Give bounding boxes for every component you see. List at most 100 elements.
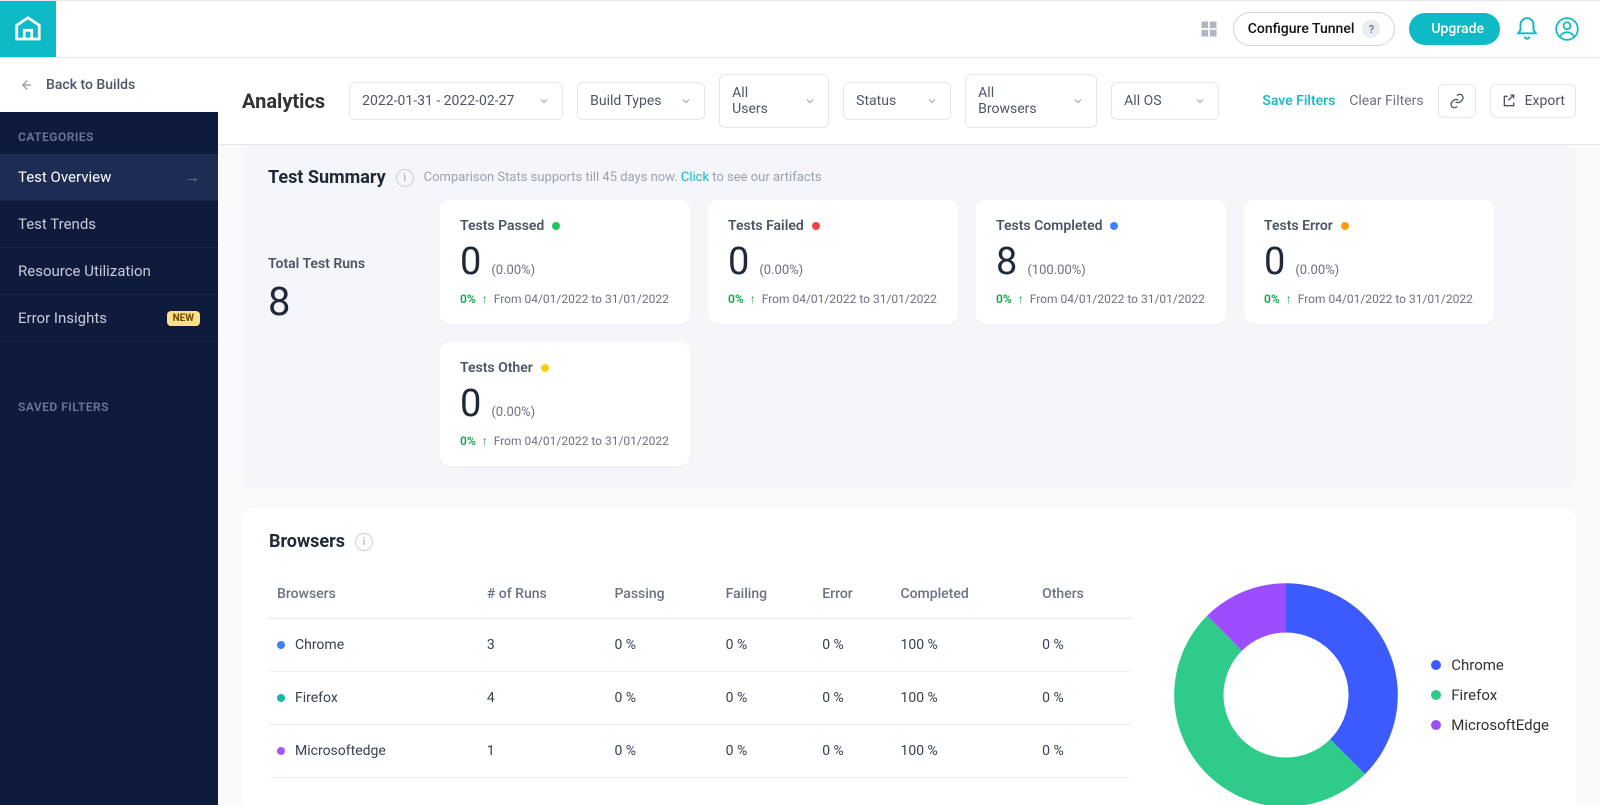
hint-text: Comparison Stats supports till 45 days n… <box>424 170 822 185</box>
logo[interactable] <box>0 1 56 57</box>
table-header-cell: Failing <box>718 570 815 619</box>
table-header-cell: # of Runs <box>479 570 607 619</box>
passing-cell: 0 % <box>606 619 717 672</box>
legend-item[interactable]: MicrosoftEdge <box>1431 716 1549 734</box>
card-percentage: (100.00%) <box>1027 263 1085 278</box>
sidebar-item-test-overview[interactable]: Test Overview → <box>0 154 218 201</box>
user-avatar-icon[interactable] <box>1554 16 1580 42</box>
failing-cell: 0 % <box>718 672 815 725</box>
chevron-right-icon: → <box>185 168 200 186</box>
save-filters-button[interactable]: Save Filters <box>1262 93 1335 109</box>
chevron-down-icon <box>804 95 816 107</box>
status-select[interactable]: Status <box>843 82 951 120</box>
notifications-icon[interactable] <box>1514 16 1540 42</box>
browsers-table: Browsers# of RunsPassingFailingErrorComp… <box>269 570 1131 778</box>
failing-cell: 0 % <box>718 619 815 672</box>
card-label: Tests Passed <box>460 218 544 234</box>
others-cell: 0 % <box>1034 725 1131 778</box>
card-value: 0 <box>460 240 481 284</box>
clear-filters-button[interactable]: Clear Filters <box>1349 93 1423 109</box>
info-icon[interactable]: i <box>355 533 373 551</box>
export-button[interactable]: Export <box>1490 84 1576 118</box>
total-runs-value: 8 <box>268 278 418 325</box>
topbar: Configure Tunnel ? Upgrade <box>0 0 1600 58</box>
browser-name: Firefox <box>295 690 338 706</box>
copy-link-button[interactable] <box>1438 84 1476 118</box>
date-range-select[interactable]: 2022-01-31 - 2022-02-27 <box>349 82 563 120</box>
upgrade-label: Upgrade <box>1431 21 1484 37</box>
hint-prefix: Comparison Stats supports till 45 days n… <box>424 170 681 185</box>
export-label: Export <box>1525 93 1565 109</box>
legend-item[interactable]: Firefox <box>1431 686 1549 704</box>
legend-dot-icon <box>1431 720 1441 730</box>
browser-dot-icon <box>277 641 285 649</box>
back-arrow-icon <box>16 76 34 94</box>
page-title: Analytics <box>242 89 325 113</box>
saved-filters-heading: SAVED FILTERS <box>0 382 218 424</box>
chevron-down-icon <box>1194 95 1206 107</box>
legend-dot-icon <box>1431 660 1441 670</box>
chart-legend: Chrome Firefox MicrosoftEdge <box>1431 656 1549 734</box>
hint-suffix: to see our artifacts <box>709 170 822 185</box>
failing-cell: 0 % <box>718 725 815 778</box>
up-arrow-icon: ↑ <box>482 434 488 448</box>
error-cell: 0 % <box>814 672 892 725</box>
sidebar-item-label: Test Trends <box>18 215 96 233</box>
table-row: Microsoftedge10 %0 %0 %100 %0 % <box>269 725 1131 778</box>
apps-grid-icon[interactable] <box>1199 19 1219 39</box>
build-types-select[interactable]: Build Types <box>577 82 705 120</box>
browsers-value: All Browsers <box>978 85 1054 117</box>
others-cell: 0 % <box>1034 619 1131 672</box>
summary-card: Tests Error0(0.00%)0%↑From 04/01/2022 to… <box>1244 200 1494 324</box>
card-value: 0 <box>1264 240 1285 284</box>
error-cell: 0 % <box>814 725 892 778</box>
sidebar-item-resource-utilization[interactable]: Resource Utilization <box>0 248 218 295</box>
help-icon: ? <box>1362 20 1380 38</box>
topbar-right: Configure Tunnel ? Upgrade <box>1199 12 1580 46</box>
configure-tunnel-label: Configure Tunnel <box>1248 21 1355 37</box>
os-select[interactable]: All OS <box>1111 82 1219 120</box>
chevron-down-icon <box>926 95 938 107</box>
chevron-down-icon <box>1072 95 1084 107</box>
runs-cell: 1 <box>479 725 607 778</box>
card-compare-range: From 04/01/2022 to 31/01/2022 <box>1030 292 1205 306</box>
up-arrow-icon: ↑ <box>750 292 756 306</box>
upgrade-button[interactable]: Upgrade <box>1409 13 1500 45</box>
browser-name: Chrome <box>295 637 344 653</box>
card-delta: 0% <box>996 292 1012 306</box>
card-delta: 0% <box>460 434 476 448</box>
passing-cell: 0 % <box>606 672 717 725</box>
legend-label: MicrosoftEdge <box>1451 716 1549 734</box>
others-cell: 0 % <box>1034 672 1131 725</box>
status-dot-icon <box>541 364 549 372</box>
card-value: 8 <box>996 240 1017 284</box>
legend-label: Firefox <box>1451 686 1497 704</box>
card-value: 0 <box>460 382 481 426</box>
browser-dot-icon <box>277 694 285 702</box>
card-compare-range: From 04/01/2022 to 31/01/2022 <box>1298 292 1473 306</box>
status-dot-icon <box>1110 222 1118 230</box>
passing-cell: 0 % <box>606 725 717 778</box>
card-label: Tests Error <box>1264 218 1333 234</box>
card-delta: 0% <box>1264 292 1280 306</box>
export-icon <box>1501 93 1517 109</box>
error-cell: 0 % <box>814 619 892 672</box>
filter-bar: Analytics 2022-01-31 - 2022-02-27 Build … <box>218 58 1600 145</box>
sidebar-item-test-trends[interactable]: Test Trends <box>0 201 218 248</box>
legend-item[interactable]: Chrome <box>1431 656 1549 674</box>
browsers-select[interactable]: All Browsers <box>965 74 1097 128</box>
legend-label: Chrome <box>1451 656 1504 674</box>
donut-chart <box>1171 580 1401 805</box>
back-to-builds-link[interactable]: Back to Builds <box>0 58 218 112</box>
up-arrow-icon: ↑ <box>1286 292 1292 306</box>
hint-link[interactable]: Click <box>681 170 709 185</box>
summary-card: Tests Completed8(100.00%)0%↑From 04/01/2… <box>976 200 1226 324</box>
configure-tunnel-button[interactable]: Configure Tunnel ? <box>1233 12 1396 46</box>
date-range-value: 2022-01-31 - 2022-02-27 <box>362 93 514 109</box>
info-icon[interactable]: i <box>396 169 414 187</box>
sidebar-item-error-insights[interactable]: Error Insights NEW <box>0 295 218 342</box>
users-select[interactable]: All Users <box>719 74 829 128</box>
table-row: Chrome30 %0 %0 %100 %0 % <box>269 619 1131 672</box>
table-row: Firefox40 %0 %0 %100 %0 % <box>269 672 1131 725</box>
total-runs-label: Total Test Runs <box>268 256 418 272</box>
